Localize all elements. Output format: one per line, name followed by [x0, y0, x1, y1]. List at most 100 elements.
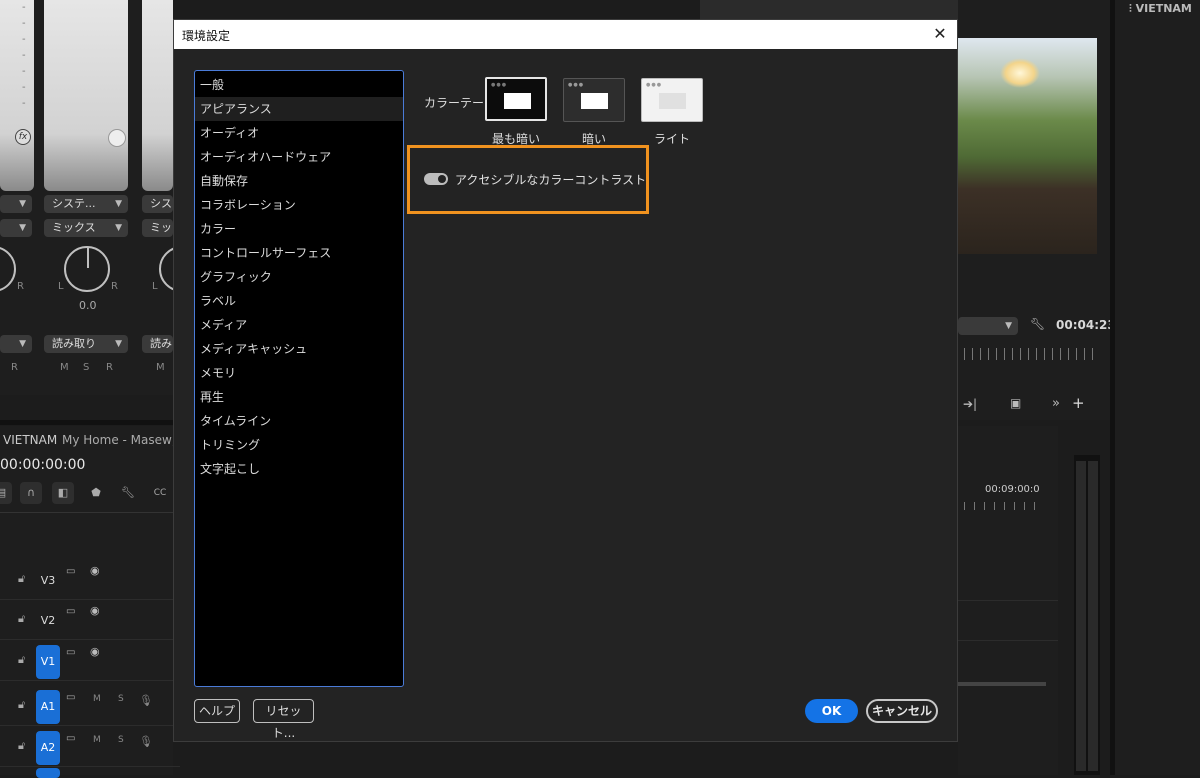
track-header-a2[interactable]: 🔓︎ A2 ▭ M S 🎙︎: [0, 727, 180, 767]
automation-select-ch3[interactable]: 読み: [142, 335, 173, 353]
more-controls-icon[interactable]: »: [1052, 396, 1060, 411]
fader-ch2[interactable]: [44, 0, 128, 191]
category-item[interactable]: 再生: [195, 385, 403, 409]
track-header-v3[interactable]: 🔓︎ V3 ▭ ◉: [0, 560, 180, 600]
marker-icon[interactable]: ⬟: [85, 482, 107, 504]
category-item[interactable]: メディアキャッシュ: [195, 337, 403, 361]
mute-button[interactable]: M: [93, 694, 101, 704]
theme-darkest[interactable]: ●●●: [485, 77, 547, 121]
audio-meter-bar-r: [1088, 461, 1098, 771]
theme-dark[interactable]: ●●●: [563, 78, 625, 122]
track-label[interactable]: V1: [36, 645, 60, 679]
eye-icon[interactable]: ◉: [90, 604, 100, 617]
category-item[interactable]: 一般: [195, 73, 403, 97]
category-item[interactable]: 文字起こし: [195, 457, 403, 481]
category-item[interactable]: ラベル: [195, 289, 403, 313]
accessible-contrast-label[interactable]: アクセシブルなカラーコントラスト: [455, 171, 646, 188]
route-select-ch1[interactable]: ▼: [0, 195, 32, 213]
route-select-ch3[interactable]: システ: [142, 195, 173, 213]
category-item[interactable]: グラフィック: [195, 265, 403, 289]
category-item[interactable]: タイムライン: [195, 409, 403, 433]
pan-value-ch2: 0.0: [79, 299, 97, 312]
category-item[interactable]: トリミング: [195, 433, 403, 457]
captions-icon[interactable]: CC: [149, 482, 171, 504]
pan-knob-ch1[interactable]: [0, 246, 16, 292]
track-header-v1[interactable]: 🔓︎ V1 ▭ ◉: [0, 641, 180, 681]
mix-select-ch3[interactable]: ミック: [142, 219, 173, 237]
microphone-icon[interactable]: 🎙︎: [139, 735, 153, 748]
track-label[interactable]: V3: [36, 564, 60, 598]
track-label[interactable]: V2: [36, 604, 60, 638]
program-ruler[interactable]: [964, 348, 1097, 360]
wrench-icon[interactable]: 🔧︎: [117, 482, 139, 504]
timeline-tab-vietnam[interactable]: VIETNAM: [3, 433, 57, 447]
sync-icon[interactable]: ▭: [66, 566, 75, 577]
automation-select-ch1[interactable]: ▼: [0, 335, 32, 353]
solo-button[interactable]: S: [118, 735, 124, 745]
track-label[interactable]: A1: [36, 690, 60, 724]
magnet-snap-button[interactable]: ∩: [20, 482, 42, 504]
track-header-v2[interactable]: 🔓︎ V2 ▭ ◉: [0, 600, 180, 640]
category-item[interactable]: 自動保存: [195, 169, 403, 193]
microphone-icon[interactable]: 🎙︎: [139, 694, 153, 707]
lock-icon[interactable]: 🔓︎: [18, 739, 25, 753]
category-item[interactable]: オーディオハードウェア: [195, 145, 403, 169]
insert-tool-button[interactable]: ▤: [0, 482, 12, 504]
program-timecode[interactable]: 00:04:23: [1056, 318, 1116, 332]
linked-selection-button[interactable]: ◧: [52, 482, 74, 504]
theme-light[interactable]: ●●●: [641, 78, 703, 122]
category-item[interactable]: カラー: [195, 217, 403, 241]
sync-icon[interactable]: ▭: [66, 733, 75, 744]
lock-icon[interactable]: 🔓︎: [18, 698, 25, 712]
sync-icon[interactable]: ▭: [66, 606, 75, 617]
track-header-a1[interactable]: 🔓︎ A1 ▭ M S 🎙︎: [0, 686, 180, 726]
add-button-icon[interactable]: +: [1072, 394, 1085, 412]
help-button[interactable]: ヘルプ: [194, 699, 240, 723]
fader-ch2-cap[interactable]: [108, 129, 126, 147]
category-item[interactable]: メディア: [195, 313, 403, 337]
lock-icon[interactable]: 🔓︎: [18, 612, 25, 626]
zoom-select[interactable]: ▼: [958, 317, 1018, 335]
sync-icon[interactable]: ▭: [66, 647, 75, 658]
timeline-tab-myhome[interactable]: My Home - Masew, M: [62, 433, 190, 447]
cancel-button[interactable]: キャンセル: [866, 699, 938, 723]
lock-icon[interactable]: 🔓︎: [18, 653, 25, 667]
eye-icon[interactable]: ◉: [90, 564, 100, 577]
eye-icon[interactable]: ◉: [90, 645, 100, 658]
record-r-ch2[interactable]: R: [106, 362, 113, 373]
category-item[interactable]: オーディオ: [195, 121, 403, 145]
category-item[interactable]: アピアランス: [195, 97, 403, 121]
solo-button[interactable]: S: [118, 694, 124, 704]
pan-knob-ch2[interactable]: [64, 246, 110, 292]
solo-s-ch2[interactable]: S: [83, 362, 89, 373]
wrench-icon[interactable]: 🔧︎: [1030, 317, 1045, 331]
route-select-ch2[interactable]: システ... ▼: [44, 195, 128, 213]
close-icon[interactable]: ✕: [929, 23, 951, 45]
category-list[interactable]: 一般 アピアランス オーディオ オーディオハードウェア 自動保存 コラボレーション カラーコ…: [194, 70, 404, 687]
mute-button[interactable]: M: [93, 735, 101, 745]
mix-select-ch2[interactable]: ミックス ▼: [44, 219, 128, 237]
sync-icon[interactable]: ▭: [66, 692, 75, 703]
mix-select-ch1[interactable]: ▼: [0, 219, 32, 237]
ok-button[interactable]: OK: [805, 699, 858, 723]
automation-select-ch2[interactable]: 読み取り ▼: [44, 335, 128, 353]
category-item[interactable]: コラボレーション: [195, 193, 403, 217]
step-forward-icon[interactable]: ➔|: [963, 397, 977, 411]
lock-icon[interactable]: 🔓︎: [18, 572, 25, 586]
theme-label-light[interactable]: ライト: [641, 130, 703, 147]
fader-ch3[interactable]: [142, 0, 173, 191]
reset-button[interactable]: リセット...: [253, 699, 314, 740]
category-item[interactable]: メモリ: [195, 361, 403, 385]
fx-icon[interactable]: fx: [15, 129, 31, 145]
export-frame-icon[interactable]: ▣: [1010, 396, 1021, 410]
theme-preview: [659, 93, 686, 109]
accessible-contrast-toggle[interactable]: [424, 173, 448, 185]
record-r-ch1[interactable]: R: [11, 362, 18, 373]
category-item[interactable]: コントロールサーフェス: [195, 241, 403, 265]
track-label[interactable]: A2: [36, 731, 60, 765]
timeline-timecode[interactable]: 00:00:00:00: [0, 457, 85, 473]
fader-ch1[interactable]: [0, 0, 34, 191]
program-monitor-panel: ▼ 🔧︎ 00:04:23 ➔| ▣ » +: [958, 0, 1116, 420]
mute-m-ch2[interactable]: M: [60, 362, 69, 373]
mute-m-ch3[interactable]: M: [156, 362, 165, 373]
